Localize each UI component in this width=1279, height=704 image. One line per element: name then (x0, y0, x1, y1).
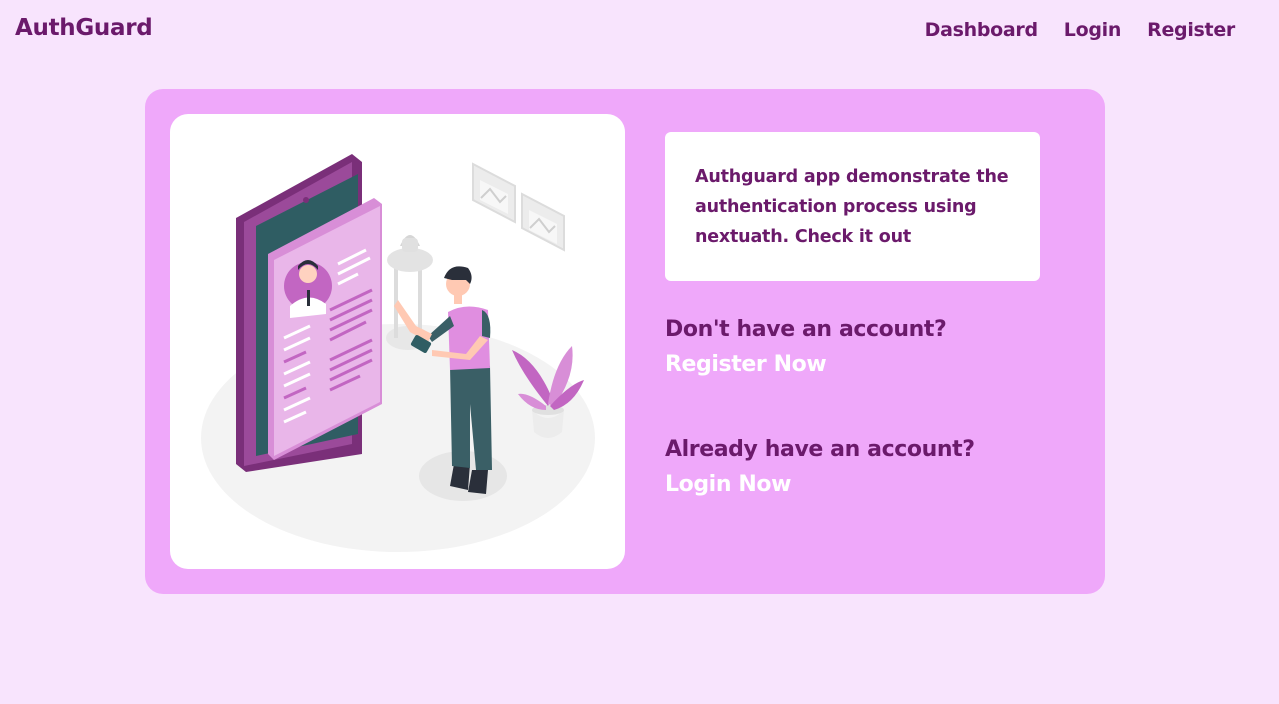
person-with-phone-illustration (201, 154, 595, 552)
nav-login-link[interactable]: Login (1064, 19, 1122, 41)
picture-frame-icon (472, 162, 516, 224)
nav-register-link[interactable]: Register (1147, 19, 1235, 41)
hero-card: Authguard app demonstrate the authentica… (145, 89, 1105, 594)
login-now-link[interactable]: Login Now (665, 467, 791, 503)
app-description: Authguard app demonstrate the authentica… (695, 167, 1009, 247)
description-box: Authguard app demonstrate the authentica… (665, 132, 1040, 281)
brand-logo[interactable]: AuthGuard (15, 15, 153, 41)
register-now-link[interactable]: Register Now (665, 347, 827, 383)
nav-dashboard-link[interactable]: Dashboard (925, 19, 1038, 41)
picture-frame-icon (521, 192, 565, 252)
register-prompt: Don't have an account? Register Now (665, 313, 947, 383)
login-question: Already have an account? (665, 437, 975, 462)
top-nav: Dashboard Login Register (925, 19, 1236, 41)
illustration-panel (170, 114, 625, 569)
login-prompt: Already have an account? Login Now (665, 433, 975, 503)
register-question: Don't have an account? (665, 317, 947, 342)
